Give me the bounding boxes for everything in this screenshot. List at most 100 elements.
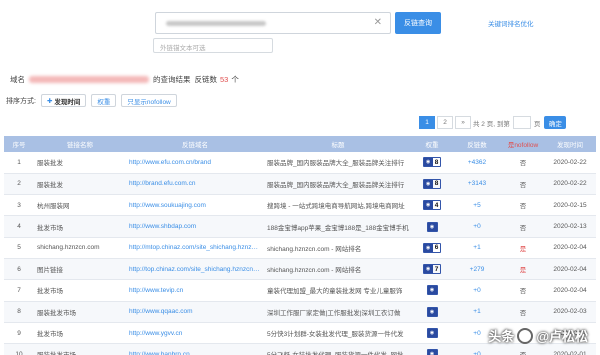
cell-found-date: 2020-02-13 [544, 215, 596, 238]
backlink-query-button[interactable]: 反链查询 [395, 12, 441, 34]
cell-index: 9 [4, 322, 34, 345]
cell-nofollow: 是 [502, 237, 544, 259]
cell-domain[interactable]: http://www.shbdap.com [126, 215, 264, 238]
search-bar: ✕ 反链查询 [155, 12, 441, 34]
col-found-date[interactable]: 发现时间 [544, 136, 596, 152]
weight-badge-icon: ◉ [423, 265, 433, 274]
page-jump-confirm-button[interactable]: 确定 [544, 116, 567, 129]
cell-nofollow: 否 [502, 215, 544, 238]
cell-nofollow: 否 [502, 152, 544, 174]
masked-domain [29, 76, 149, 83]
page-jump-input[interactable] [512, 116, 531, 129]
cell-index: 4 [4, 215, 34, 238]
cell-backlinks[interactable]: +1 [452, 237, 502, 259]
cell-domain[interactable]: http://www.soukuajing.com [126, 194, 264, 217]
cell-nofollow: 否 [502, 194, 544, 217]
weight-badge-icon: ◉ [427, 350, 437, 355]
cell-nofollow: 否 [502, 301, 544, 323]
cell-weight: ◉ [412, 301, 452, 323]
cell-backlinks[interactable]: +4362 [452, 152, 502, 174]
sort-options: 排序方式: ✚ 发现时间 权重 只显示nofollow [6, 94, 177, 107]
cell-weight: ◉ [412, 343, 452, 355]
cell-backlinks[interactable]: +5 [452, 194, 502, 217]
table-row: 10服装批发市场http://www.banbrn.cn5分飞艇-女装批发代理_… [4, 343, 596, 355]
cell-weight: ◉ 8 [412, 152, 452, 174]
nofollow-only-button[interactable]: 只显示nofollow [121, 94, 177, 107]
page-2-button[interactable]: 2 [437, 116, 453, 129]
watermark-right: @卢松松 [536, 329, 588, 344]
weight-badge: ◉ 7 [422, 264, 442, 275]
cell-index: 7 [4, 279, 34, 302]
backlink-count: 53 [220, 75, 229, 84]
cell-title: 服装品牌_国内服装品牌大全_服装品牌关注排行 [264, 152, 412, 174]
cell-weight: ◉ 8 [412, 173, 452, 196]
cell-nofollow: 是 [502, 258, 544, 281]
weight-value: 4 [434, 201, 439, 209]
keyword-ranking-link[interactable]: 关键词排名优化 [488, 18, 534, 28]
anchor-text-input[interactable]: 外链锚文本可选 [153, 38, 273, 53]
weight-badge: ◉ 4 [422, 200, 442, 211]
cell-backlinks[interactable]: +0 [452, 215, 502, 238]
cell-link-name: 批发市场 [34, 322, 126, 345]
page-1-button[interactable]: 1 [419, 116, 435, 129]
cell-link-name: 服装批发 [34, 152, 126, 174]
cell-backlinks[interactable]: +279 [452, 258, 502, 281]
weight-badge-icon: ◉ [423, 201, 433, 210]
cell-title: 5分快3计划群-女装批发代理_服装货源一件代发 [264, 322, 412, 345]
cell-found-date: 2020-02-01 [544, 343, 596, 355]
cell-domain[interactable]: http://www.ygvv.cn [126, 322, 264, 345]
cell-title: shichang.hznzcn.com - 网站排名 [264, 237, 412, 259]
cell-domain[interactable]: http://www.banbrn.cn [126, 343, 264, 355]
result-summary: 域名 的查询结果 反链数 53 个 [10, 74, 239, 85]
weight-value: 8 [434, 180, 439, 188]
cell-backlinks[interactable]: +0 [452, 279, 502, 302]
col-weight[interactable]: 权重 [412, 136, 452, 152]
cell-found-date: 2020-02-22 [544, 152, 596, 174]
cell-domain[interactable]: http://www.tevip.cn [126, 279, 264, 302]
clear-icon[interactable]: ✕ [374, 17, 382, 28]
result-mid: 的查询结果 [153, 75, 191, 84]
weight-badge-icon: ◉ [427, 286, 437, 295]
cell-found-date: 2020-02-15 [544, 194, 596, 217]
weight-badge-icon: ◉ [427, 329, 437, 338]
col-backlinks[interactable]: 反链数 [452, 136, 502, 152]
cell-domain[interactable]: http://brand.efu.com.cn [126, 173, 264, 196]
cell-link-name: shichang.hznzcn.com [34, 237, 126, 259]
domain-search-input[interactable]: ✕ [155, 12, 391, 34]
cell-domain[interactable]: http://www.qqaac.com [126, 301, 264, 323]
cell-link-name: 图片链接 [34, 258, 126, 281]
cell-nofollow: 否 [502, 343, 544, 355]
cell-index: 8 [4, 301, 34, 323]
table-row: 1 服装批发 http://www.efu.com.cn/brand 服装品牌_国内服… [4, 152, 596, 174]
weight-value: 6 [434, 244, 439, 252]
weight-badge-empty: ◉ [426, 349, 438, 355]
cell-weight: ◉ [412, 215, 452, 238]
backlink-table: 序号 链接名称 反链域名 标题 权重 反链数 是nofollow 发现时间 1服… [4, 136, 596, 355]
cell-backlinks[interactable]: +0 [452, 343, 502, 355]
col-nofollow[interactable]: 是nofollow [502, 136, 544, 152]
col-link-name[interactable]: 链接名称 [34, 136, 126, 152]
cell-backlinks[interactable]: +3143 [452, 173, 502, 196]
cell-domain[interactable]: http://top.chinaz.com/site_shichang.hznz… [126, 258, 264, 281]
col-title[interactable]: 标题 [264, 136, 412, 152]
cell-found-date: 2020-02-03 [544, 301, 596, 323]
toutiao-logo-icon [517, 327, 534, 344]
cell-found-date: 2020-02-04 [544, 279, 596, 302]
weight-value: 7 [434, 265, 439, 273]
masked-domain-text [166, 21, 266, 26]
result-suffix: 个 [231, 75, 239, 84]
table-row: 7 批发市场 http://www.tevip.cn 童装代理加盟_最大的童装批发网 … [4, 279, 596, 302]
sort-by-time-button[interactable]: ✚ 发现时间 [40, 94, 87, 107]
cell-domain[interactable]: http://www.efu.com.cn/brand [126, 152, 264, 174]
cell-domain[interactable]: http://mtop.chinaz.com/site_shichang.hzn… [126, 237, 264, 259]
sort-by-weight-button[interactable]: 权重 [91, 94, 117, 107]
check-icon: ✚ [46, 97, 53, 105]
table-row: 3 杭州服装网 http://www.soukuajing.com 搜跨境 - 一站式… [4, 194, 596, 217]
cell-weight: ◉ 7 [412, 258, 452, 281]
col-domain[interactable]: 反链域名 [126, 136, 264, 152]
col-index: 序号 [4, 136, 34, 152]
cell-backlinks[interactable]: +1 [452, 301, 502, 323]
weight-badge-empty: ◉ [426, 328, 438, 339]
weight-badge-icon: ◉ [427, 222, 437, 231]
next-page-button[interactable]: » [455, 116, 471, 129]
